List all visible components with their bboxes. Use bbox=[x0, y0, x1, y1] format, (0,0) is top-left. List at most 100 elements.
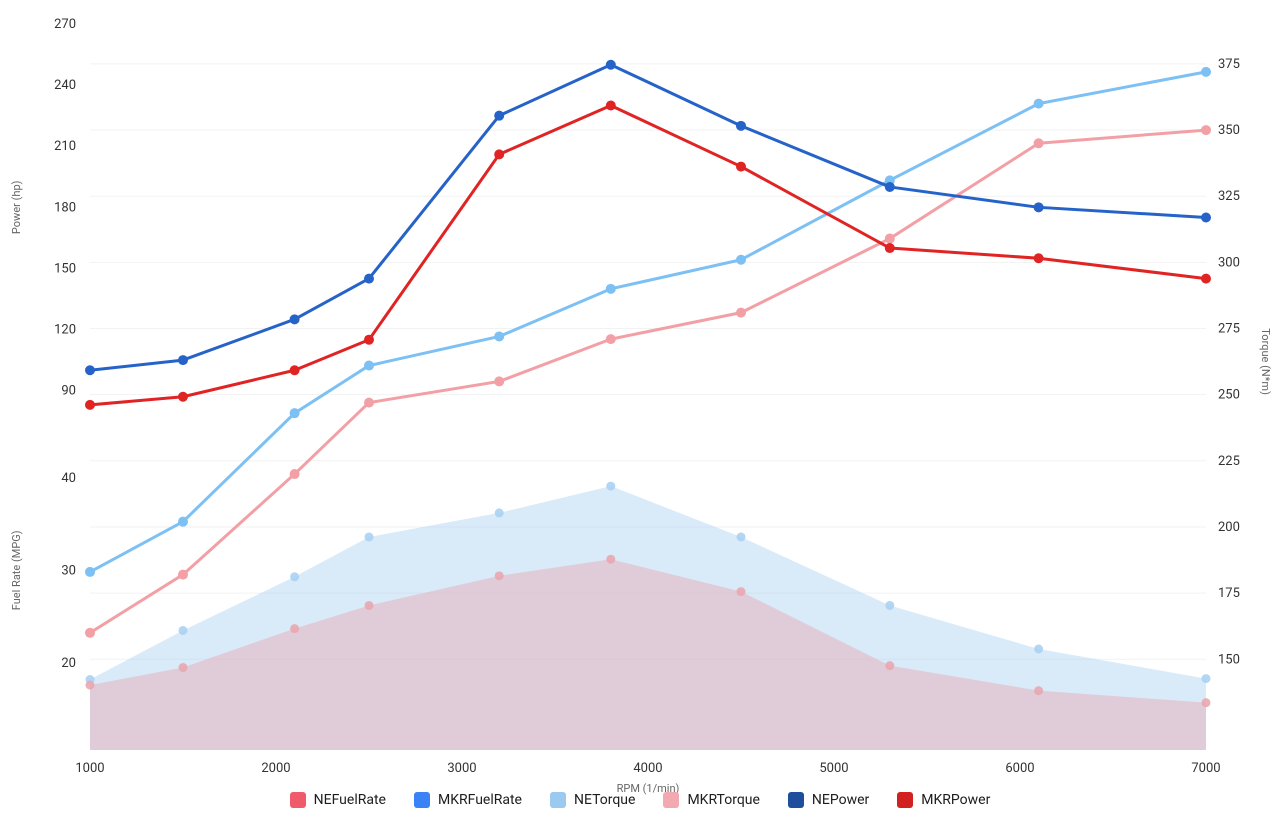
point-MKRPower bbox=[1201, 274, 1211, 284]
torque-tick: 325 bbox=[1218, 189, 1240, 204]
point-NEFuelRate bbox=[1202, 674, 1211, 683]
point-NETorque bbox=[85, 567, 95, 577]
point-NEPower bbox=[885, 182, 895, 192]
torque-tick: 350 bbox=[1218, 123, 1240, 138]
x-tick: 4000 bbox=[633, 761, 662, 776]
chart-canvas: 1000200030004000500060007000RPM (1/min)9… bbox=[0, 0, 1280, 824]
point-MKRTorque bbox=[606, 334, 616, 344]
point-NEFuelRate bbox=[737, 532, 746, 541]
legend-label: NEPower bbox=[812, 792, 869, 808]
point-MKRFuelRate bbox=[737, 587, 746, 596]
point-NEFuelRate bbox=[1034, 644, 1043, 653]
point-NEFuelRate bbox=[179, 626, 188, 635]
power-tick: 180 bbox=[54, 200, 76, 215]
point-MKRFuelRate bbox=[86, 681, 95, 690]
point-MKRFuelRate bbox=[1034, 686, 1043, 695]
legend-label: MKRTorque bbox=[687, 792, 759, 808]
legend-label: NETorque bbox=[574, 792, 635, 808]
torque-tick: 250 bbox=[1218, 388, 1240, 403]
point-NEFuelRate bbox=[885, 601, 894, 610]
torque-tick: 175 bbox=[1218, 586, 1240, 601]
point-MKRFuelRate bbox=[606, 555, 615, 564]
point-NEPower bbox=[494, 111, 504, 121]
point-MKRPower bbox=[736, 162, 746, 172]
legend-label: MKRPower bbox=[921, 792, 990, 808]
point-NETorque bbox=[290, 408, 300, 418]
point-NETorque bbox=[364, 361, 374, 371]
fuel-axis-label: Fuel Rate (MPG) bbox=[10, 530, 23, 610]
point-MKRFuelRate bbox=[290, 624, 299, 633]
power-tick: 210 bbox=[54, 139, 76, 154]
point-NEPower bbox=[364, 274, 374, 284]
torque-axis-label: Torque (N*m) bbox=[1259, 328, 1272, 395]
legend-item-MKRPower[interactable]: MKRPower bbox=[897, 792, 990, 808]
legend-swatch bbox=[663, 792, 679, 808]
point-MKRPower bbox=[1034, 253, 1044, 263]
legend-swatch bbox=[550, 792, 566, 808]
point-NEFuelRate bbox=[495, 508, 504, 517]
engine-performance-chart: 1000200030004000500060007000RPM (1/min)9… bbox=[0, 0, 1280, 824]
x-tick: 2000 bbox=[261, 761, 290, 776]
fuel-tick: 40 bbox=[61, 471, 76, 486]
torque-tick: 275 bbox=[1218, 322, 1240, 337]
point-MKRTorque bbox=[885, 234, 895, 244]
point-NETorque bbox=[1034, 99, 1044, 109]
legend-item-MKRTorque[interactable]: MKRTorque bbox=[663, 792, 759, 808]
legend-item-NEPower[interactable]: NEPower bbox=[788, 792, 869, 808]
torque-tick: 225 bbox=[1218, 454, 1240, 469]
legend-swatch bbox=[414, 792, 430, 808]
power-tick: 240 bbox=[54, 78, 76, 93]
point-NEPower bbox=[736, 121, 746, 131]
legend-item-NETorque[interactable]: NETorque bbox=[550, 792, 635, 808]
point-MKRFuelRate bbox=[1202, 698, 1211, 707]
point-MKRTorque bbox=[736, 308, 746, 318]
point-NEPower bbox=[1201, 212, 1211, 222]
torque-tick: 375 bbox=[1218, 57, 1240, 72]
legend-swatch bbox=[897, 792, 913, 808]
point-NEPower bbox=[290, 314, 300, 324]
point-MKRPower bbox=[606, 100, 616, 110]
power-tick: 270 bbox=[54, 17, 76, 32]
point-MKRFuelRate bbox=[365, 601, 374, 610]
point-MKRTorque bbox=[178, 570, 188, 580]
point-NEFuelRate bbox=[365, 532, 374, 541]
x-tick: 6000 bbox=[1005, 761, 1034, 776]
legend-item-MKRFuelRate[interactable]: MKRFuelRate bbox=[414, 792, 522, 808]
torque-tick: 300 bbox=[1218, 255, 1240, 270]
fuel-tick: 20 bbox=[61, 656, 76, 671]
legend-label: MKRFuelRate bbox=[438, 792, 522, 808]
point-NEPower bbox=[1034, 202, 1044, 212]
chart-legend: NEFuelRate MKRFuelRate NETorque MKRTorque NE… bbox=[0, 792, 1280, 812]
x-tick: 7000 bbox=[1191, 761, 1220, 776]
point-MKRTorque bbox=[364, 398, 374, 408]
point-MKRTorque bbox=[1201, 125, 1211, 135]
point-NETorque bbox=[736, 255, 746, 265]
point-MKRTorque bbox=[1034, 138, 1044, 148]
point-MKRTorque bbox=[85, 628, 95, 638]
point-NEPower bbox=[85, 365, 95, 375]
power-tick: 150 bbox=[54, 261, 76, 276]
x-tick: 5000 bbox=[819, 761, 848, 776]
point-NEPower bbox=[178, 355, 188, 365]
point-MKRTorque bbox=[494, 376, 504, 386]
legend-swatch bbox=[788, 792, 804, 808]
legend-label: NEFuelRate bbox=[314, 792, 386, 808]
point-MKRPower bbox=[885, 243, 895, 253]
power-tick: 90 bbox=[61, 384, 76, 399]
point-NEFuelRate bbox=[290, 572, 299, 581]
point-MKRPower bbox=[178, 392, 188, 402]
legend-swatch bbox=[290, 792, 306, 808]
fuel-tick: 30 bbox=[61, 563, 76, 578]
point-NEPower bbox=[606, 60, 616, 70]
torque-tick: 200 bbox=[1218, 520, 1240, 535]
x-tick: 1000 bbox=[75, 761, 104, 776]
point-MKRPower bbox=[85, 400, 95, 410]
power-tick: 120 bbox=[54, 323, 76, 338]
legend-item-NEFuelRate[interactable]: NEFuelRate bbox=[290, 792, 386, 808]
point-NETorque bbox=[494, 331, 504, 341]
torque-tick: 150 bbox=[1218, 652, 1240, 667]
point-NETorque bbox=[1201, 67, 1211, 77]
power-axis-label: Power (hp) bbox=[10, 180, 23, 234]
point-MKRTorque bbox=[290, 469, 300, 479]
point-MKRFuelRate bbox=[179, 663, 188, 672]
